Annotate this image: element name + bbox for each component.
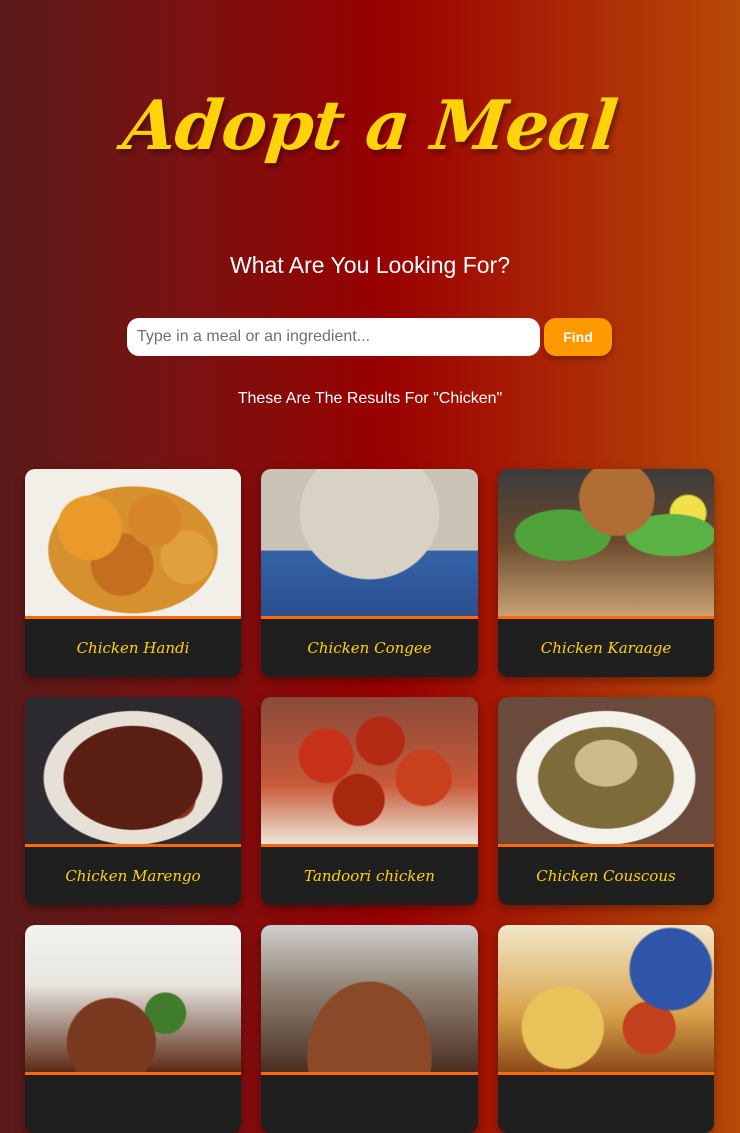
meal-image[interactable]: [498, 925, 714, 1075]
meal-title: Chicken Marengo: [65, 867, 201, 885]
meal-card[interactable]: [261, 925, 478, 1133]
meal-card[interactable]: Tandoori chicken: [261, 697, 478, 905]
meal-card[interactable]: [498, 925, 714, 1133]
meal-title: Chicken Couscous: [536, 867, 676, 885]
site-title: Adopt a Meal: [119, 85, 621, 166]
meal-card[interactable]: Chicken Marengo: [25, 697, 241, 905]
meal-title: [25, 1075, 241, 1133]
find-button[interactable]: Find: [544, 318, 612, 356]
results-heading: These Are The Results For "Chicken": [237, 390, 503, 407]
meal-title: Tandoori chicken: [304, 867, 435, 885]
meal-title: [498, 1075, 714, 1133]
meal-card[interactable]: Chicken Handi: [25, 469, 241, 677]
search-prompt: What Are You Looking For?: [229, 252, 511, 278]
meal-image[interactable]: [261, 697, 478, 847]
meal-title: Chicken Handi: [76, 639, 190, 657]
meal-image[interactable]: [25, 697, 241, 847]
search-input[interactable]: [127, 318, 540, 356]
meal-image[interactable]: [25, 925, 241, 1075]
meal-title: [261, 1075, 478, 1133]
meal-results-grid: Chicken Handi Chicken Congee Chicken Kar…: [25, 469, 715, 1133]
meal-title: Chicken Karaage: [540, 639, 672, 657]
meal-card[interactable]: Chicken Couscous: [498, 697, 714, 905]
meal-card[interactable]: [25, 925, 241, 1133]
meal-image[interactable]: [261, 469, 478, 619]
meal-image[interactable]: [25, 469, 241, 619]
meal-card[interactable]: Chicken Karaage: [498, 469, 714, 677]
meal-image[interactable]: [498, 697, 714, 847]
meal-image[interactable]: [261, 925, 478, 1075]
meal-image[interactable]: [498, 469, 714, 619]
meal-title: Chicken Congee: [307, 639, 432, 657]
meal-card[interactable]: Chicken Congee: [261, 469, 478, 677]
search-bar: Find: [127, 318, 612, 356]
